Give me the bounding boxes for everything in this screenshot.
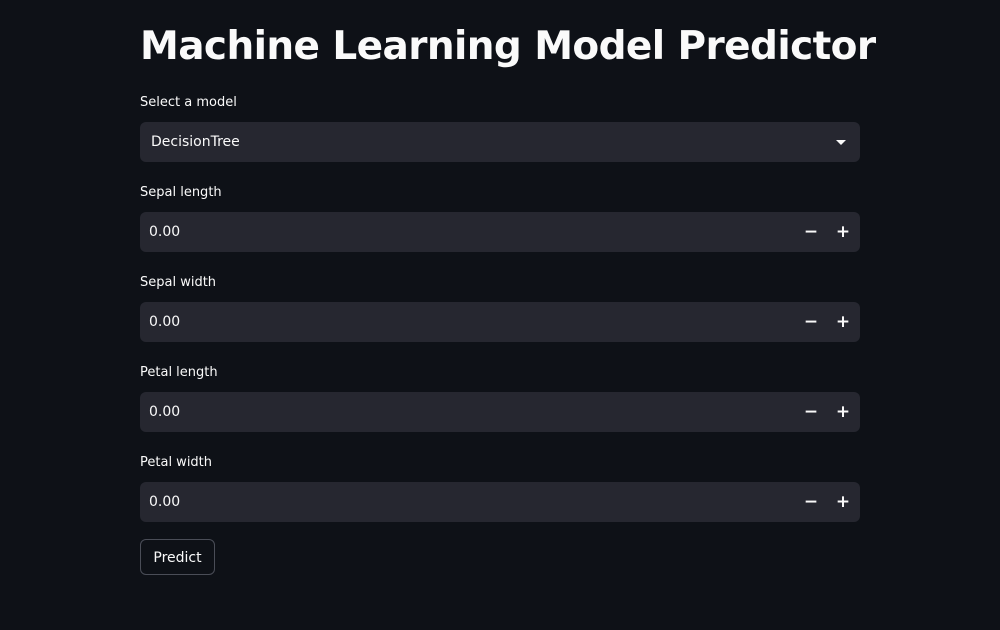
select-model-label: Select a model [140,95,237,110]
sepal-length-label: Sepal length [140,185,222,200]
petal-width-decrement-button[interactable]: − [795,482,827,522]
sepal-width-decrement-button[interactable]: − [795,302,827,342]
predict-button[interactable]: Predict [140,539,215,575]
sepal-length-increment-button[interactable]: + [827,212,859,252]
model-select-value: DecisionTree [151,134,240,150]
petal-length-label: Petal length [140,365,218,380]
petal-width-increment-button[interactable]: + [827,482,859,522]
petal-width-input[interactable]: 0.00 − + [140,482,860,522]
page-title: Machine Learning Model Predictor [140,24,876,69]
petal-length-decrement-button[interactable]: − [795,392,827,432]
petal-length-input[interactable]: 0.00 − + [140,392,860,432]
sepal-length-value[interactable]: 0.00 [149,223,180,241]
sepal-width-label: Sepal width [140,275,217,290]
model-select[interactable]: DecisionTree [140,122,860,162]
petal-length-value[interactable]: 0.00 [149,403,180,421]
sepal-length-decrement-button[interactable]: − [795,212,827,252]
petal-width-label: Petal width [140,455,213,470]
petal-length-increment-button[interactable]: + [827,392,859,432]
sepal-width-increment-button[interactable]: + [827,302,859,342]
petal-width-value[interactable]: 0.00 [149,493,180,511]
sepal-width-value[interactable]: 0.00 [149,313,180,331]
chevron-down-icon[interactable] [836,140,846,145]
sepal-length-input[interactable]: 0.00 − + [140,212,860,252]
sepal-width-input[interactable]: 0.00 − + [140,302,860,342]
